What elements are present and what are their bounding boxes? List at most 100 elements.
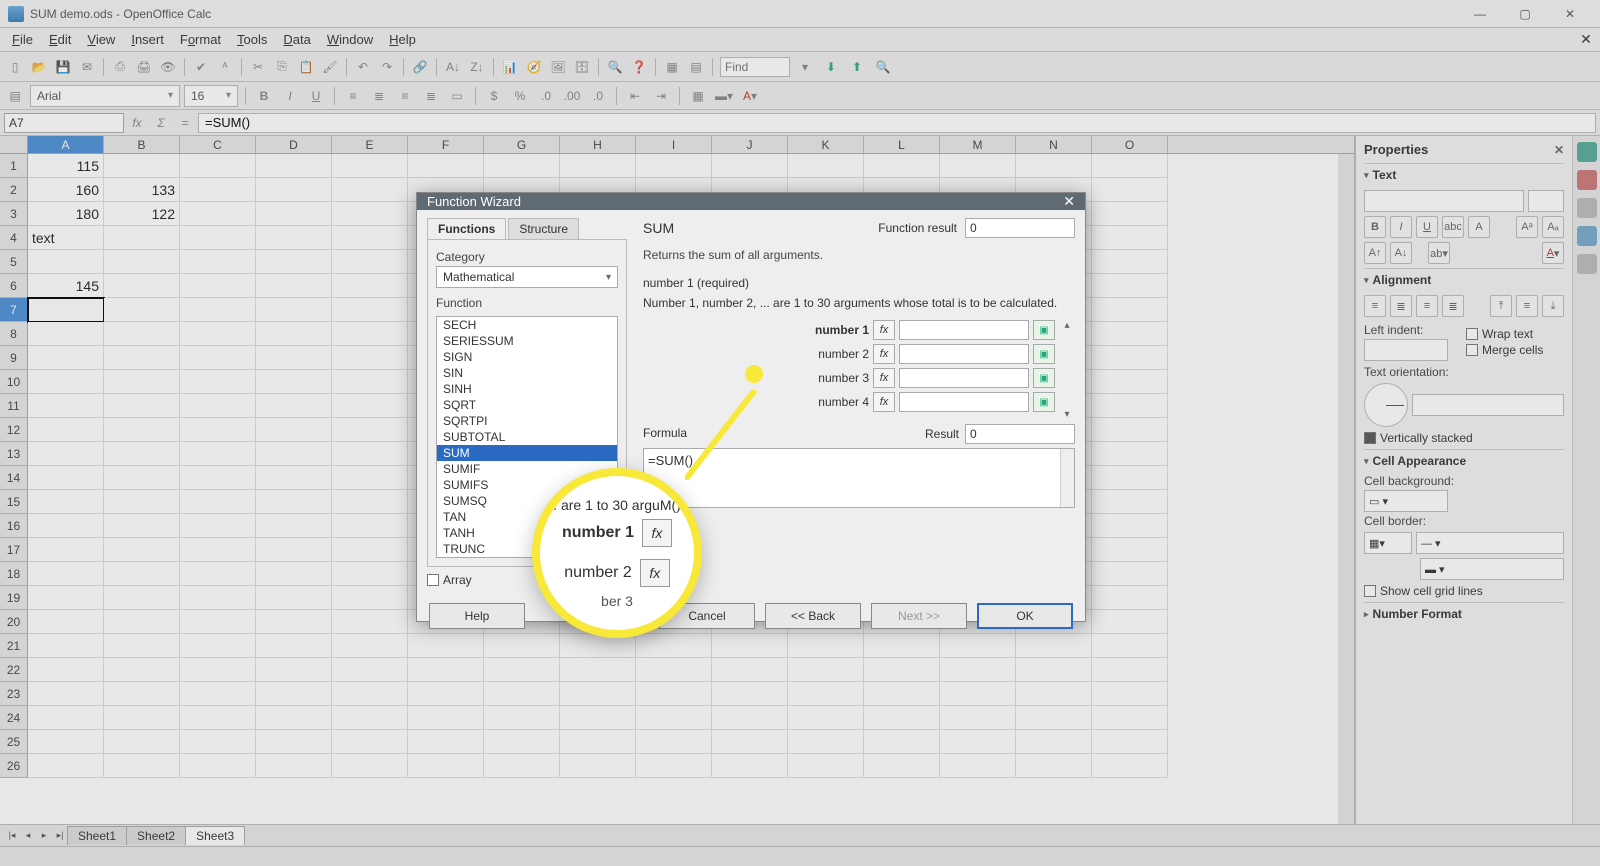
side-underline-icon[interactable]: U xyxy=(1416,216,1438,238)
deck-functions-icon[interactable] xyxy=(1577,254,1597,274)
bold-icon[interactable]: B xyxy=(253,85,275,107)
cell-K24[interactable] xyxy=(788,706,864,730)
cell-E22[interactable] xyxy=(332,658,408,682)
undo-icon[interactable]: ↶ xyxy=(352,56,374,78)
cell-D19[interactable] xyxy=(256,586,332,610)
cell-E5[interactable] xyxy=(332,250,408,274)
side-italic-icon[interactable]: I xyxy=(1390,216,1412,238)
row-header-23[interactable]: 23 xyxy=(0,682,28,706)
tab-nav-first-icon[interactable]: |◂ xyxy=(4,828,20,844)
borders-icon[interactable]: ▦ xyxy=(687,85,709,107)
cell-B23[interactable] xyxy=(104,682,180,706)
column-header-O[interactable]: O xyxy=(1092,136,1168,153)
styles-icon[interactable]: ▤ xyxy=(4,85,26,107)
tab-nav-next-icon[interactable]: ▸ xyxy=(36,828,52,844)
cell-B12[interactable] xyxy=(104,418,180,442)
row-header-6[interactable]: 6 xyxy=(0,274,28,298)
help-button[interactable]: Help xyxy=(429,603,525,629)
row-header-17[interactable]: 17 xyxy=(0,538,28,562)
cell-B18[interactable] xyxy=(104,562,180,586)
cell-E11[interactable] xyxy=(332,394,408,418)
cell-E2[interactable] xyxy=(332,178,408,202)
cell-D5[interactable] xyxy=(256,250,332,274)
function-item-sqrt[interactable]: SQRT xyxy=(437,397,617,413)
cell-B26[interactable] xyxy=(104,754,180,778)
cell-A18[interactable] xyxy=(28,562,104,586)
cell-A19[interactable] xyxy=(28,586,104,610)
row-header-15[interactable]: 15 xyxy=(0,490,28,514)
cell-B5[interactable] xyxy=(104,250,180,274)
cell-E14[interactable] xyxy=(332,466,408,490)
arg-input-2[interactable] xyxy=(899,344,1029,364)
cell-A1[interactable]: 115 xyxy=(28,154,104,178)
cell-I22[interactable] xyxy=(636,658,712,682)
array-checkbox[interactable] xyxy=(427,574,439,586)
column-header-D[interactable]: D xyxy=(256,136,332,153)
datasource-icon[interactable]: 🗄 xyxy=(571,56,593,78)
align-center-icon[interactable]: ≣ xyxy=(368,85,390,107)
arg-shrink-button-4[interactable]: ▣ xyxy=(1033,392,1055,412)
cell-E3[interactable] xyxy=(332,202,408,226)
cell-B16[interactable] xyxy=(104,514,180,538)
cell-D4[interactable] xyxy=(256,226,332,250)
deck-navigator-icon[interactable] xyxy=(1577,226,1597,246)
side-align-right-icon[interactable]: ≡ xyxy=(1416,295,1438,317)
cell-E19[interactable] xyxy=(332,586,408,610)
next-button[interactable]: Next >> xyxy=(871,603,967,629)
cell-K26[interactable] xyxy=(788,754,864,778)
cell-A6[interactable]: 145 xyxy=(28,274,104,298)
cell-G21[interactable] xyxy=(484,634,560,658)
currency-icon[interactable]: $ xyxy=(483,85,505,107)
cell-E6[interactable] xyxy=(332,274,408,298)
help-icon[interactable]: ❓ xyxy=(628,56,650,78)
cell-D7[interactable] xyxy=(256,298,332,322)
cell-I26[interactable] xyxy=(636,754,712,778)
formula-input[interactable] xyxy=(198,113,1596,133)
gridlines-checkbox[interactable] xyxy=(1364,585,1376,597)
column-header-I[interactable]: I xyxy=(636,136,712,153)
side-super-icon[interactable]: Aᵃ xyxy=(1516,216,1538,238)
cell-C7[interactable] xyxy=(180,298,256,322)
cell-D17[interactable] xyxy=(256,538,332,562)
cell-A3[interactable]: 180 xyxy=(28,202,104,226)
row-header-1[interactable]: 1 xyxy=(0,154,28,178)
cell-O24[interactable] xyxy=(1092,706,1168,730)
row-header-10[interactable]: 10 xyxy=(0,370,28,394)
cell-O22[interactable] xyxy=(1092,658,1168,682)
function-item-sign[interactable]: SIGN xyxy=(437,349,617,365)
copy-icon[interactable]: ⎘ xyxy=(271,56,293,78)
border-line-picker[interactable]: — ▾ xyxy=(1416,532,1564,554)
cell-O9[interactable] xyxy=(1092,346,1168,370)
cell-B20[interactable] xyxy=(104,610,180,634)
cell-O13[interactable] xyxy=(1092,442,1168,466)
cell-L24[interactable] xyxy=(864,706,940,730)
cell-O11[interactable] xyxy=(1092,394,1168,418)
cell-A15[interactable] xyxy=(28,490,104,514)
chart-icon[interactable]: 📊 xyxy=(499,56,521,78)
vstacked-checkbox[interactable] xyxy=(1364,432,1376,444)
cell-B10[interactable] xyxy=(104,370,180,394)
font-name-side[interactable] xyxy=(1364,190,1524,212)
cell-E9[interactable] xyxy=(332,346,408,370)
cell-D22[interactable] xyxy=(256,658,332,682)
side-grow-icon[interactable]: A↑ xyxy=(1364,242,1386,264)
align-right-icon[interactable]: ≡ xyxy=(394,85,416,107)
cell-N21[interactable] xyxy=(1016,634,1092,658)
cell-D10[interactable] xyxy=(256,370,332,394)
cell-B17[interactable] xyxy=(104,538,180,562)
cell-D11[interactable] xyxy=(256,394,332,418)
cell-F26[interactable] xyxy=(408,754,484,778)
cell-D2[interactable] xyxy=(256,178,332,202)
cell-M21[interactable] xyxy=(940,634,1016,658)
column-header-C[interactable]: C xyxy=(180,136,256,153)
section-cellapp[interactable]: Cell Appearance xyxy=(1364,449,1564,472)
function-item-sqrtpi[interactable]: SQRTPI xyxy=(437,413,617,429)
cell-A25[interactable] xyxy=(28,730,104,754)
cell-E12[interactable] xyxy=(332,418,408,442)
cell-D20[interactable] xyxy=(256,610,332,634)
cell-A23[interactable] xyxy=(28,682,104,706)
cell-F21[interactable] xyxy=(408,634,484,658)
cell-A11[interactable] xyxy=(28,394,104,418)
cell-O20[interactable] xyxy=(1092,610,1168,634)
indent-inc-icon[interactable]: ⇥ xyxy=(650,85,672,107)
